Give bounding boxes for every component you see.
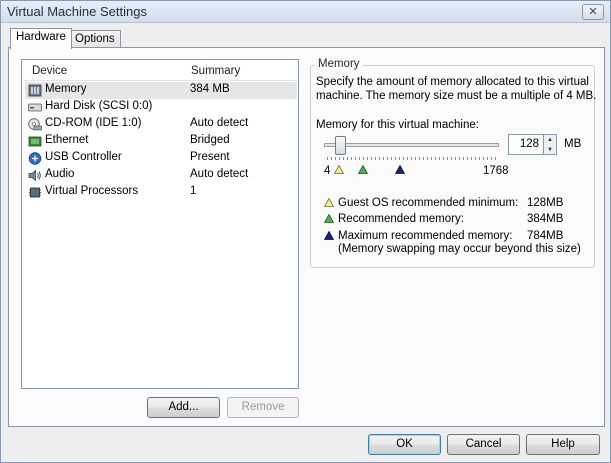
device-name: Hard Disk (SCSI 0:0) (45, 100, 153, 112)
device-name: Audio (45, 168, 75, 180)
device-row-memory[interactable]: Memory 384 MB (25, 82, 297, 99)
device-summary: 1 (190, 185, 197, 197)
device-row-ethernet[interactable]: Ethernet Bridged (25, 133, 297, 150)
device-row-hard-disk[interactable]: Hard Disk (SCSI 0:0) (25, 99, 297, 116)
memory-slider-handle[interactable] (335, 136, 346, 155)
tab-hardware-label: Hardware (16, 31, 66, 43)
close-button[interactable]: ✕ (582, 4, 604, 20)
hard-disk-icon (28, 103, 42, 112)
legend-green-triangle-icon (324, 214, 334, 223)
title-bar[interactable]: Virtual Machine Settings ✕ (1, 1, 610, 23)
add-button[interactable]: Add... (147, 397, 220, 418)
device-row-audio[interactable]: Audio Auto detect (25, 167, 297, 184)
slider-min-label: 4 (324, 165, 331, 177)
spin-up-icon[interactable]: ▲ (544, 135, 556, 145)
device-name: Ethernet (45, 134, 89, 146)
device-summary: Auto detect (190, 117, 249, 129)
column-header-device[interactable]: Device (32, 65, 67, 77)
legend-yellow-triangle-icon (324, 198, 334, 207)
recommended-marker-icon (358, 165, 368, 174)
legend-guest-min-label: Guest OS recommended minimum: (338, 197, 519, 209)
legend-max-value: 784MB (527, 230, 564, 242)
tab-options-label: Options (75, 33, 115, 45)
legend-swap-note: (Memory swapping may occur beyond this s… (338, 243, 581, 255)
device-summary: Auto detect (190, 168, 249, 180)
memory-description-line1: Specify the amount of memory allocated t… (316, 76, 589, 88)
device-list[interactable]: Device Summary Memory 384 MB Hard Disk (… (21, 59, 299, 389)
memory-slider-track[interactable] (324, 143, 499, 147)
memory-input[interactable]: 128 (508, 134, 544, 155)
ethernet-icon (28, 136, 42, 147)
device-name: Virtual Processors (45, 185, 139, 197)
legend-guest-min-value: 128MB (527, 197, 564, 209)
memory-unit: MB (564, 138, 582, 150)
list-header: Device Summary (23, 61, 297, 81)
processor-icon (29, 187, 41, 198)
legend-recommended-value: 384MB (527, 213, 564, 225)
vm-settings-window: Virtual Machine Settings ✕ Hardware Opti… (0, 0, 611, 463)
help-button[interactable]: Help (526, 434, 600, 455)
device-summary: 384 MB (190, 83, 230, 95)
device-summary: Bridged (190, 134, 230, 146)
memory-spinner[interactable]: ▲ ▼ (544, 134, 557, 155)
device-row-usb[interactable]: USB Controller Present (25, 150, 297, 167)
legend-max-label: Maximum recommended memory: (338, 230, 513, 242)
ok-button[interactable]: OK (368, 434, 441, 455)
max-recommended-marker-icon (395, 165, 405, 174)
device-summary: Present (190, 151, 230, 163)
memory-group-label: Memory (315, 58, 363, 70)
device-row-processors[interactable]: Virtual Processors 1 (25, 184, 297, 201)
memory-field-label: Memory for this virtual machine: (316, 119, 479, 131)
legend-blue-triangle-icon (324, 231, 334, 240)
guest-min-marker-icon (334, 165, 344, 174)
cdrom-icon (28, 118, 42, 131)
device-row-cdrom[interactable]: CD-ROM (IDE 1:0) Auto detect (25, 116, 297, 133)
slider-max-label: 1768 (483, 165, 509, 177)
usb-icon (28, 152, 42, 165)
column-header-summary[interactable]: Summary (191, 65, 240, 77)
tab-hardware[interactable]: Hardware (10, 28, 72, 49)
remove-button[interactable]: Remove (227, 397, 299, 418)
memory-description-line2: machine. The memory size must be a multi… (316, 90, 597, 102)
memory-slider-ticks (327, 157, 499, 160)
memory-icon (28, 84, 42, 97)
audio-icon (28, 169, 41, 182)
device-name: CD-ROM (IDE 1:0) (45, 117, 142, 129)
window-title: Virtual Machine Settings (7, 4, 147, 19)
cancel-button[interactable]: Cancel (447, 434, 520, 455)
close-icon: ✕ (588, 6, 598, 18)
device-name: Memory (45, 83, 87, 95)
spin-down-icon[interactable]: ▼ (544, 145, 556, 155)
device-name: USB Controller (45, 151, 122, 163)
legend-recommended-label: Recommended memory: (338, 213, 464, 225)
